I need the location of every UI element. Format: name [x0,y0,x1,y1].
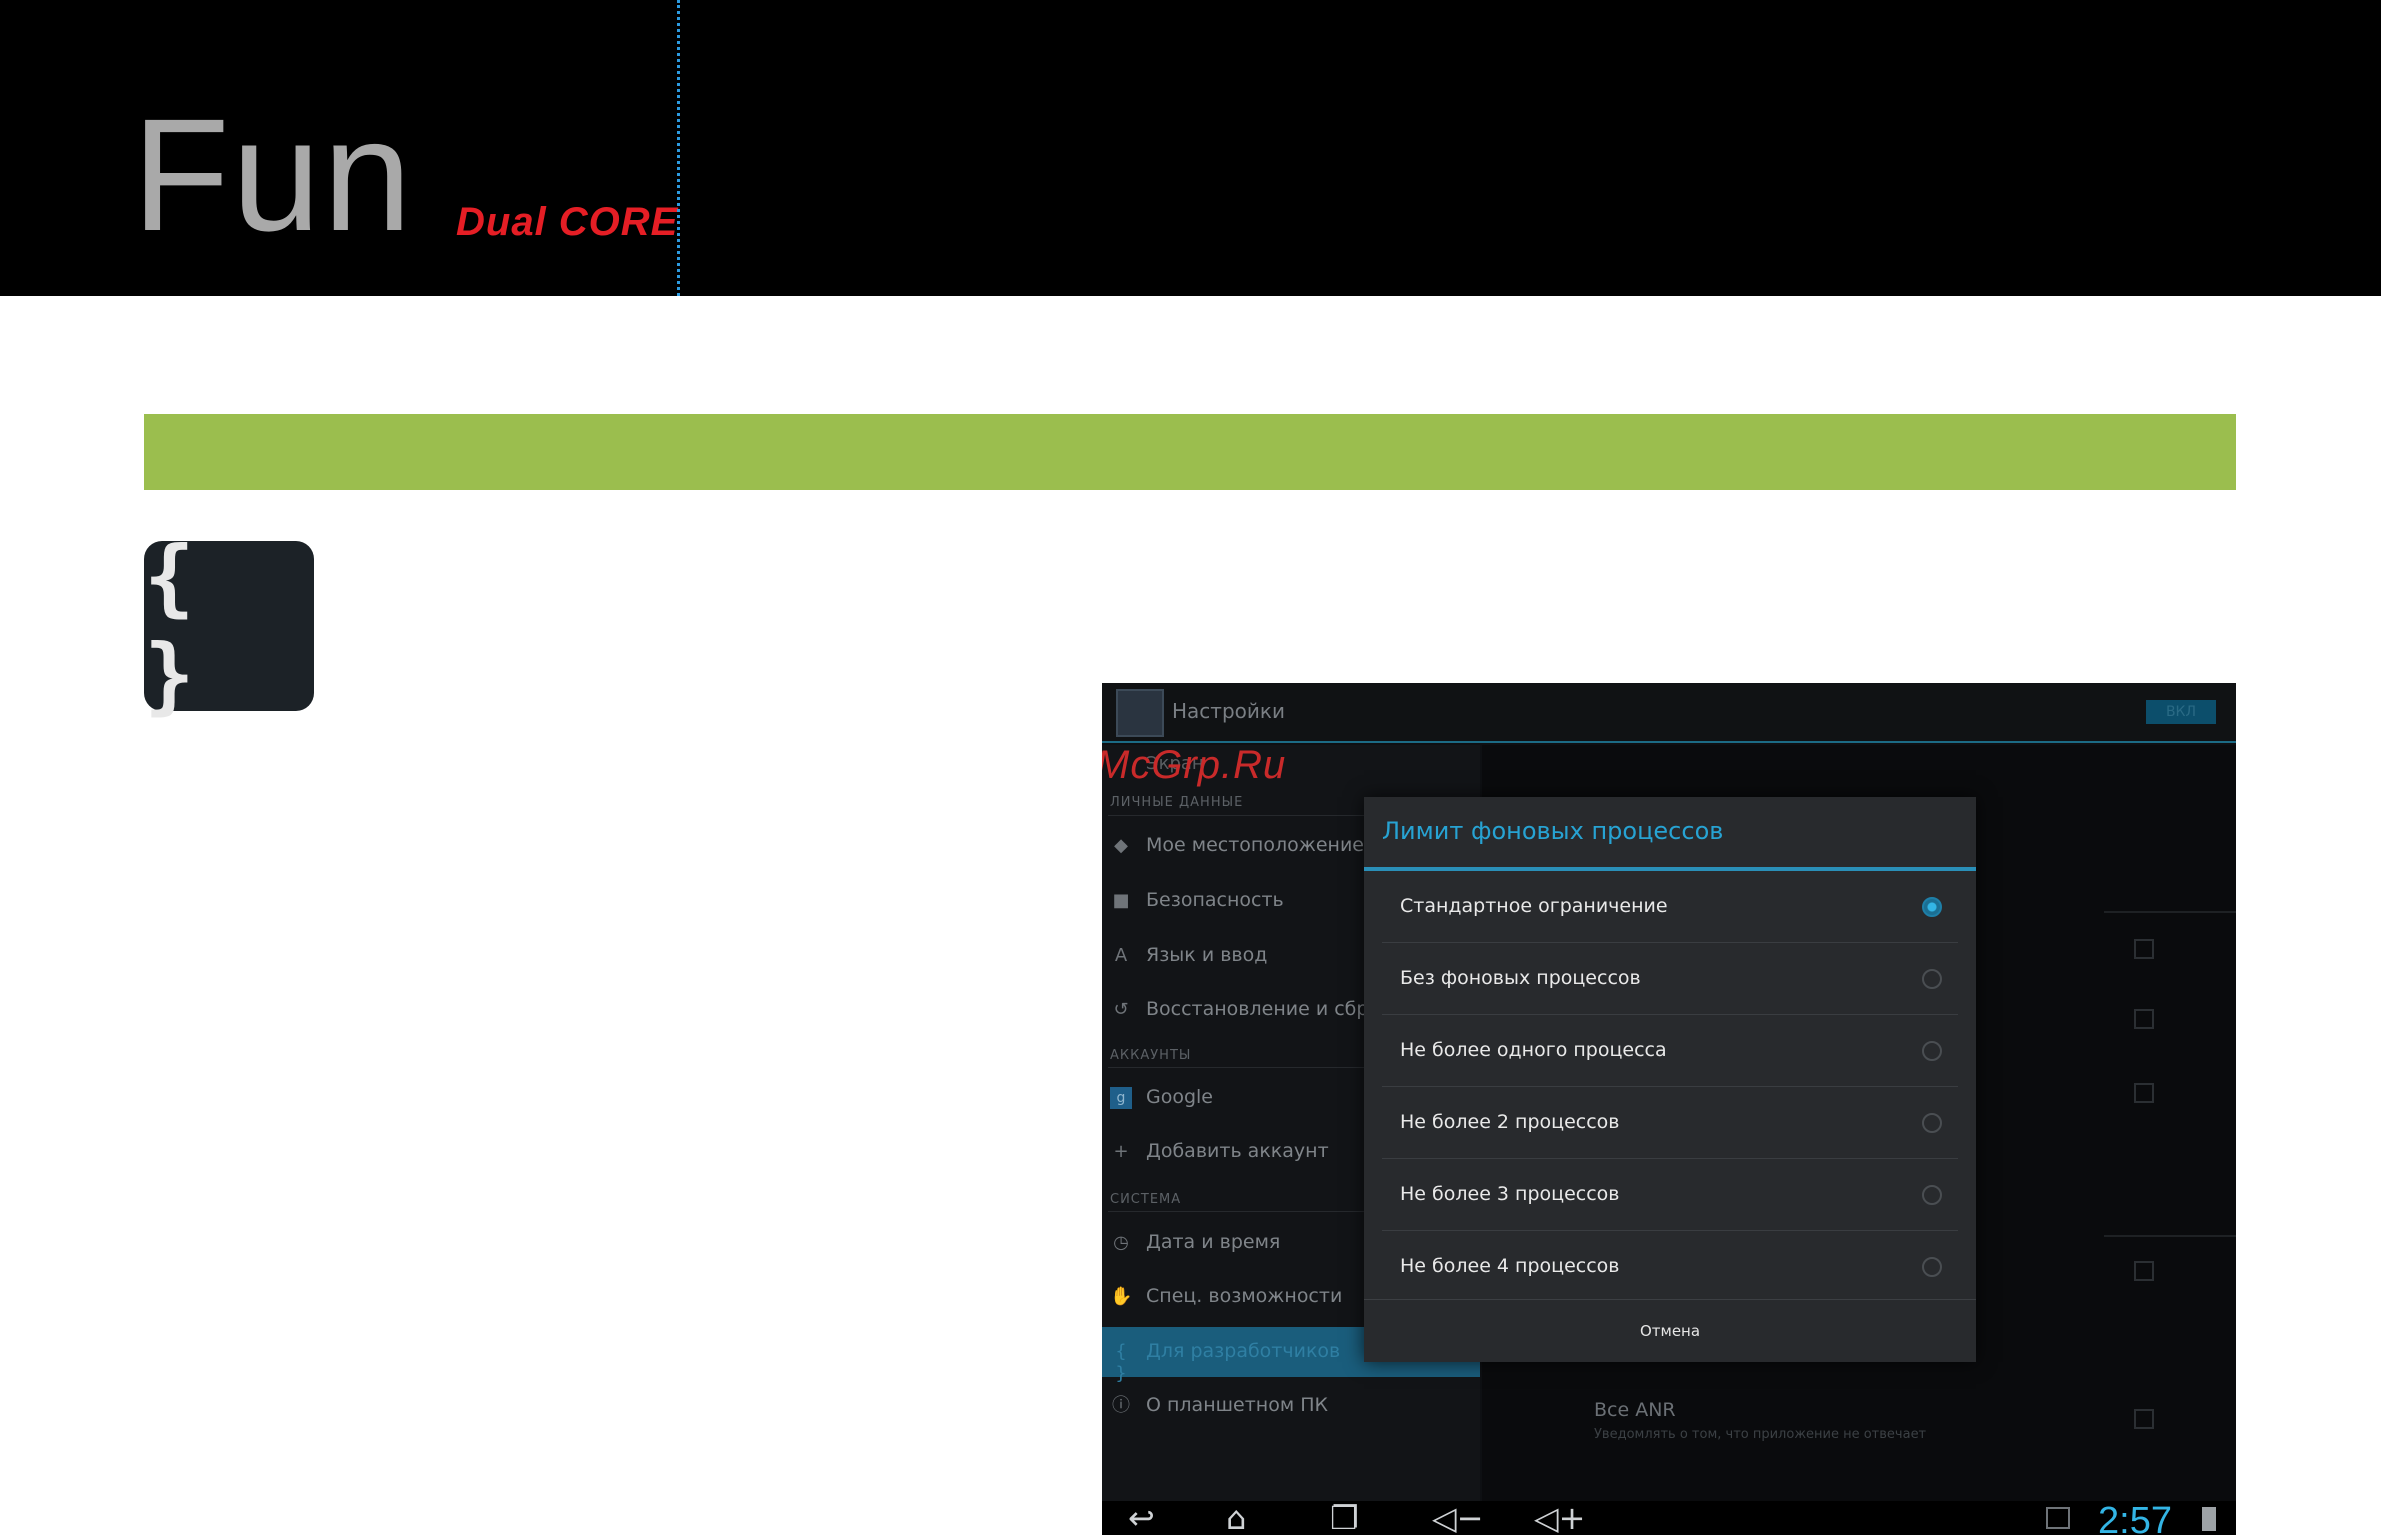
section-header-personal: ЛИЧНЫЕ ДАННЫЕ [1110,795,1244,810]
radio-unselected[interactable] [1922,1185,1942,1205]
brand-logo: Fun [132,85,414,264]
action-bar: Настройки ВКЛ [1102,683,2236,743]
radio-unselected[interactable] [1922,1041,1942,1061]
braces-icon: { } [1115,1341,1127,1384]
hand-icon: ✋ [1110,1286,1133,1307]
checkbox[interactable] [2134,1083,2154,1103]
option-no-background[interactable]: Без фоновых процессов [1382,943,1958,1015]
menu-item-label: Для разработчиков [1146,1340,1341,1362]
tablet-screenshot: Настройки ВКЛ McGrp.Ru Экран ЛИЧНЫЕ ДАНН… [1102,683,2236,1535]
clock-icon: ◷ [1113,1232,1129,1253]
battery-icon [2202,1507,2216,1531]
option-standard-limit[interactable]: Стандартное ограничение [1382,871,1958,943]
radio-unselected[interactable] [1922,969,1942,989]
lock-icon: ■ [1112,890,1130,911]
braces-glyph: { } [144,528,205,724]
cancel-button[interactable]: Отмена [1364,1300,1976,1362]
menu-item-label: Мое местоположение [1146,834,1364,856]
menu-item-label: Спец. возможности [1146,1285,1343,1307]
option-three-processes[interactable]: Не более 3 процессов [1382,1159,1958,1231]
checkbox[interactable] [2134,1009,2154,1029]
google-icon: g [1110,1087,1132,1109]
action-bar-title: Настройки [1172,699,1285,723]
option-label: Не более 4 процессов [1400,1255,1620,1277]
developer-switch[interactable]: ВКЛ [2146,700,2216,724]
info-icon: ⓘ [1112,1395,1130,1416]
home-icon[interactable]: ⌂ [1226,1501,1246,1535]
option-four-processes[interactable]: Не более 4 процессов [1382,1231,1958,1303]
header-band: Fun Dual CORE [0,0,2381,296]
volume-up-icon[interactable]: ◁+ [1534,1501,1585,1535]
radio-unselected[interactable] [1922,1257,1942,1277]
section-header-system: СИСТЕМА [1110,1192,1182,1207]
checkbox[interactable] [2134,1261,2154,1281]
dialog-title: Лимит фоновых процессов [1382,817,1724,845]
option-one-process[interactable]: Не более одного процесса [1382,1015,1958,1087]
settings-app-icon[interactable] [1116,689,1164,737]
option-label: Не более 3 процессов [1400,1183,1620,1205]
menu-item-label: Дата и время [1146,1231,1281,1253]
menu-item-label: О планшетном ПК [1146,1394,1328,1416]
option-label: Стандартное ограничение [1400,895,1668,917]
pane-divider [2104,911,2236,913]
menu-item-label: Язык и ввод [1146,944,1268,966]
option-label: Без фоновых процессов [1400,967,1641,989]
brand-subtitle: Dual CORE [456,200,679,244]
option-label: Не более одного процесса [1400,1039,1667,1061]
menu-item-label: Восстановление и сброс [1146,998,1391,1020]
section-header-accounts: АККАУНТЫ [1110,1048,1192,1063]
recent-apps-icon[interactable]: ❐ [1330,1501,1359,1535]
option-two-processes[interactable]: Не более 2 процессов [1382,1087,1958,1159]
background-limit-dialog: Лимит фоновых процессов Стандартное огра… [1364,797,1976,1362]
back-icon[interactable]: ↩ [1128,1501,1155,1535]
all-anr-subtitle: Уведомлять о том, что приложение не отве… [1594,1427,1927,1442]
developer-options-icon: { } [144,528,314,724]
radio-selected[interactable] [1922,897,1942,917]
gallery-notification-icon[interactable] [2046,1507,2070,1529]
menu-item-label: Google [1146,1086,1214,1108]
option-label: Не более 2 процессов [1400,1111,1620,1133]
checkbox[interactable] [2134,939,2154,959]
plus-icon: + [1113,1141,1129,1162]
manual-page: Fun Dual CORE { } Настройки ВКЛ McGrp.Ru… [0,0,2381,1535]
language-icon: A [1114,945,1128,966]
volume-down-icon[interactable]: ◁− [1432,1501,1483,1535]
section-bar [144,414,2236,490]
checkbox[interactable] [2134,1409,2154,1429]
system-bar: ↩ ⌂ ❐ ◁− ◁+ 2:57 [1102,1501,2236,1535]
location-icon: ◆ [1114,835,1128,856]
all-anr-title: Все ANR [1594,1399,1676,1421]
restore-icon: ↺ [1113,999,1129,1020]
radio-unselected[interactable] [1922,1113,1942,1133]
menu-item-about[interactable]: ⓘ О планшетном ПК [1102,1381,1480,1431]
pane-divider [2104,1235,2236,1237]
menu-item-label: Добавить аккаунт [1146,1140,1329,1162]
header-divider [677,0,680,296]
menu-item-label: Безопасность [1146,889,1284,911]
clock[interactable]: 2:57 [2098,1501,2172,1535]
watermark: McGrp.Ru [1102,743,1287,787]
